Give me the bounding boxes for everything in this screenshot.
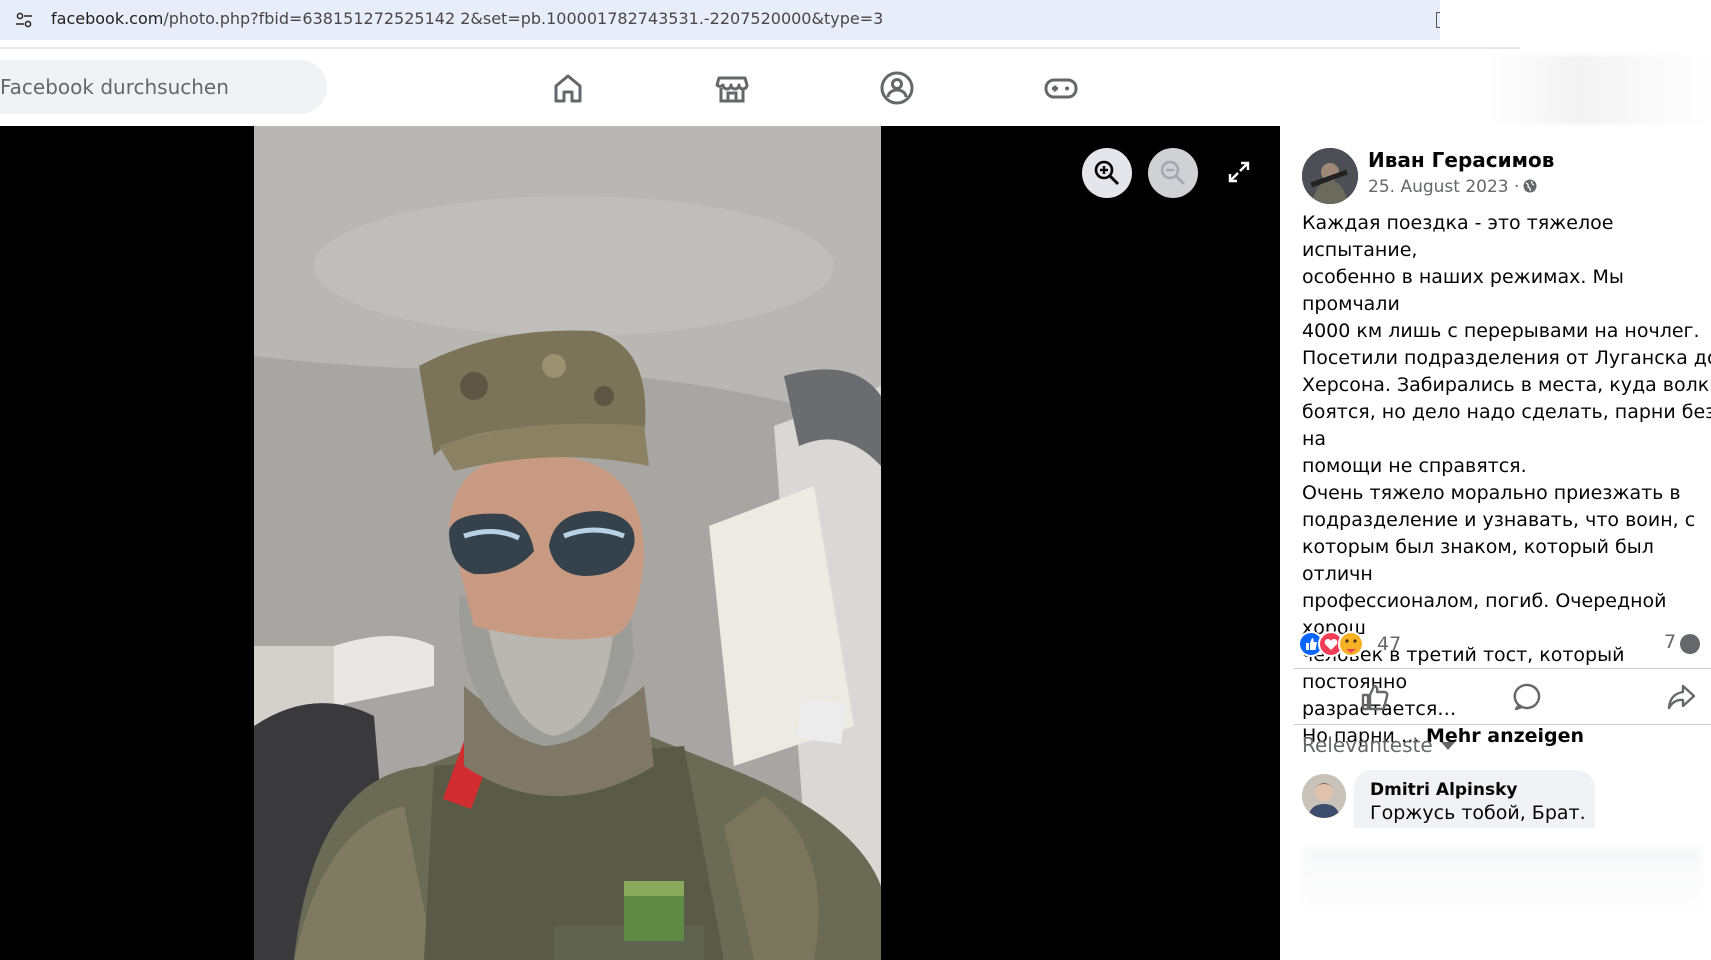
globe-icon (1523, 179, 1537, 193)
zoom-out-icon (1160, 160, 1186, 186)
home-icon[interactable] (548, 68, 588, 108)
like-button[interactable] (1360, 682, 1390, 712)
search-input[interactable]: Facebook durchsuchen (0, 60, 327, 114)
post-body: Каждая поездка - это тяжелое испытание, … (1302, 212, 1711, 747)
post-panel: Иван Герасимов 25. August 2023 · Каждая … (1280, 126, 1711, 960)
caret-down-icon (1440, 742, 1455, 750)
comment-count[interactable]: 7 (1664, 631, 1676, 653)
author-avatar[interactable] (1302, 148, 1358, 204)
address-bar[interactable]: facebook.com/photo.php?fbid=638151272525… (0, 0, 1449, 40)
blurred-header-region (1490, 55, 1711, 125)
url-path: /photo.php?fbid=638151272525142 2&set=pb… (163, 9, 884, 28)
expand-icon[interactable] (1227, 160, 1251, 184)
commenter-name[interactable]: Dmitri Alpinsky (1370, 780, 1518, 800)
comment-bubble-icon (1680, 634, 1700, 654)
zoom-in-icon (1094, 160, 1120, 186)
author-name[interactable]: Иван Герасимов (1368, 148, 1554, 172)
post-text: Каждая поездка - это тяжелое испытание, … (1302, 210, 1711, 750)
sort-label: Relevanteste (1302, 733, 1433, 757)
post-photo[interactable] (254, 126, 881, 960)
url-host: facebook.com (51, 9, 164, 28)
divider (1294, 668, 1711, 669)
reaction-count[interactable]: 47 (1377, 633, 1401, 655)
photo-viewer (0, 126, 1280, 960)
site-settings-icon[interactable] (14, 10, 34, 30)
gaming-icon[interactable] (1041, 68, 1081, 108)
groups-icon[interactable] (877, 68, 917, 108)
toolbar-right (1440, 0, 1711, 40)
url-text[interactable]: facebook.com/photo.php?fbid=638151272525… (51, 9, 883, 28)
post-date[interactable]: 25. August 2023 · (1368, 177, 1537, 197)
reactions-summary[interactable] (1298, 630, 1378, 658)
share-button[interactable] (1666, 682, 1696, 712)
divider (0, 47, 1520, 49)
avatar-image (1302, 774, 1346, 818)
comment-sort-dropdown[interactable]: Relevanteste (1302, 733, 1455, 757)
comment-bubble: Dmitri Alpinsky Горжусь тобой, Брат. (1354, 770, 1595, 828)
zoom-out-button[interactable] (1148, 148, 1198, 198)
comment-text: Горжусь тобой, Брат. (1370, 802, 1586, 824)
commenter-avatar[interactable] (1302, 774, 1346, 818)
loading-placeholder (1302, 848, 1702, 960)
zoom-in-button[interactable] (1082, 148, 1132, 198)
search-placeholder: Facebook durchsuchen (0, 75, 229, 99)
marketplace-icon[interactable] (712, 68, 752, 108)
divider (1294, 724, 1711, 725)
avatar-image (1302, 148, 1358, 204)
post-date-text: 25. August 2023 · (1368, 177, 1520, 197)
comment-button[interactable] (1513, 682, 1543, 712)
photo-image (254, 126, 881, 960)
